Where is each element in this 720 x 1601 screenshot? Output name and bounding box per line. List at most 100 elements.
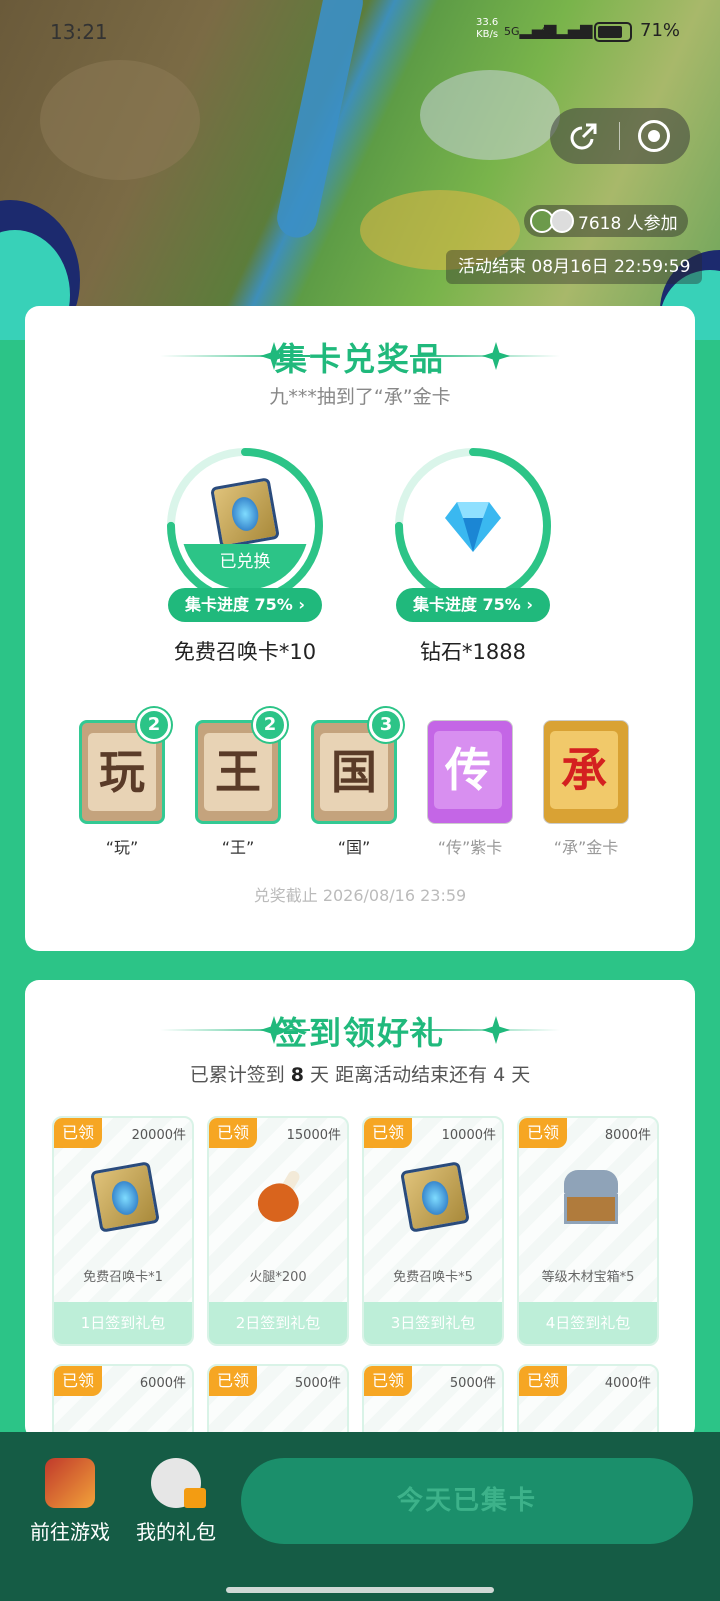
winner-broadcast: 九***抽到了“承”金卡 — [269, 386, 451, 408]
gift-stock: 6000件 — [139, 1376, 186, 1391]
claimed-tag: 已领 — [364, 1366, 412, 1396]
word-card-char: 国 — [320, 733, 388, 811]
summon-card-icon — [210, 477, 280, 549]
word-card-char: 传 — [434, 731, 502, 809]
participants-count: 7618 人参加 — [578, 213, 678, 234]
claimed-tag: 已领 — [519, 1366, 567, 1396]
summon-card-icon — [90, 1161, 160, 1233]
word-card-char: 王 — [204, 733, 272, 811]
signin-gift-day1[interactable]: 已领 20000件 免费召唤卡*1 1日签到礼包 — [52, 1116, 194, 1346]
collect-today-button[interactable]: 今天已集卡 — [241, 1458, 693, 1544]
claimed-tag: 已领 — [209, 1118, 257, 1148]
network-speed-value: 33.6 — [476, 17, 499, 28]
hero-art-plaza — [420, 70, 560, 160]
claimed-tag: 已领 — [364, 1118, 412, 1148]
signin-gift-day7[interactable]: 已领 5000件 — [362, 1364, 504, 1440]
title-decoration-right — [370, 336, 560, 376]
close-record-icon[interactable] — [638, 120, 670, 152]
summon-card-icon — [400, 1161, 470, 1233]
gift-stock: 10000件 — [441, 1128, 496, 1143]
signal-5g-label: 5G — [504, 25, 520, 38]
word-card-face: 承 — [543, 720, 629, 824]
share-icon[interactable] — [568, 120, 600, 152]
gift-day-label: 2日签到礼包 — [209, 1302, 347, 1344]
chevron-right-icon: › — [298, 595, 306, 614]
ham-icon — [250, 1166, 310, 1230]
hero-banner: 13:21 33.6 KB/s 5G▂▄▆ 4G▂▄▆ 71% 7618 人参加… — [0, 0, 720, 340]
gift-day-label: 3日签到礼包 — [364, 1302, 502, 1344]
sparkle-icon — [482, 342, 510, 370]
word-card-label: “王” — [221, 838, 255, 857]
gift-name: 火腿*200 — [249, 1270, 307, 1285]
gift-box-icon — [184, 1488, 206, 1508]
signin-gift-day3[interactable]: 已领 10000件 免费召唤卡*5 3日签到礼包 — [362, 1116, 504, 1346]
home-indicator[interactable] — [226, 1587, 494, 1593]
signin-summary: 已累计签到 8 天 距离活动结束还有 4 天 — [25, 1060, 695, 1087]
signin-panel: 签到领好礼 已累计签到 8 天 距离活动结束还有 4 天 已领 20000件 免… — [25, 980, 695, 1440]
section-title: 签到领好礼 — [274, 1014, 445, 1052]
signin-summary-rest: 天 距离活动结束还有 4 天 — [304, 1064, 531, 1086]
gift-day-label: 1日签到礼包 — [54, 1302, 192, 1344]
collect-progress-button[interactable]: 集卡进度 75% › — [396, 588, 550, 622]
claimed-tag: 已领 — [54, 1366, 102, 1396]
signin-gift-day6[interactable]: 已领 5000件 — [207, 1364, 349, 1440]
signal-4g-icon: 4G▂▄▆ — [540, 20, 593, 39]
signin-gift-day4[interactable]: 已领 8000件 等级木材宝箱*5 4日签到礼包 — [517, 1116, 659, 1346]
gift-stock: 20000件 — [131, 1128, 186, 1143]
title-decoration-right — [370, 1010, 560, 1050]
gift-stock: 5000件 — [294, 1376, 341, 1391]
gift-stock: 8000件 — [604, 1128, 651, 1143]
word-card-label: “玩” — [105, 838, 139, 857]
prize-name: 免费召唤卡*10 — [173, 640, 317, 664]
go-to-game-label: 前往游戏 — [30, 1520, 110, 1544]
battery-icon — [594, 22, 632, 42]
word-card-label: “传”紫卡 — [437, 838, 503, 857]
signin-gift-day8[interactable]: 已领 4000件 — [517, 1364, 659, 1440]
gift-name: 等级木材宝箱*5 — [541, 1270, 635, 1285]
prize-diamonds[interactable]: 集卡进度 75% › 钻石*1888 — [393, 446, 553, 676]
sparkle-icon — [482, 1016, 510, 1044]
capsule-divider — [619, 122, 620, 150]
network-speed: 33.6 KB/s — [476, 17, 498, 41]
exchanged-status: 已兑换 — [181, 544, 309, 590]
prize-summon-cards[interactable]: 已兑换 集卡进度 75% › 免费召唤卡*10 — [165, 446, 325, 676]
gift-stock: 5000件 — [449, 1376, 496, 1391]
card-count-badge: 2 — [253, 708, 287, 742]
gift-stock: 4000件 — [604, 1376, 651, 1391]
hero-art — [40, 60, 200, 180]
collect-cards-panel: 集卡兑奖品 九***抽到了“承”金卡 已兑换 集卡进度 75% › 免费召唤卡*… — [25, 306, 695, 951]
claimed-tag: 已领 — [209, 1366, 257, 1396]
battery-percent: 71% — [640, 20, 681, 41]
word-cards-row: 玩 2 “玩” 王 2 “王” 国 3 “国” 传 “传”紫卡 承 “承”金卡 — [77, 708, 657, 866]
prize-image — [409, 462, 537, 590]
signal-4g-label: 4G — [540, 25, 556, 38]
status-bar: 13:21 33.6 KB/s 5G▂▄▆ 4G▂▄▆ 71% — [0, 0, 720, 60]
treasure-chest-icon — [560, 1166, 620, 1230]
game-app-icon — [45, 1458, 95, 1508]
collect-progress-button[interactable]: 集卡进度 75% › — [168, 588, 322, 622]
event-end-time: 活动结束 08月16日 22:59:59 — [446, 250, 703, 284]
avatar — [550, 209, 574, 233]
word-card-face: 传 — [427, 720, 513, 824]
word-card-char: 承 — [550, 731, 618, 809]
section-title-row: 签到领好礼 — [25, 1010, 695, 1052]
redeem-deadline: 兑奖截止 2026/08/16 23:59 — [253, 886, 467, 905]
my-gifts-label: 我的礼包 — [136, 1520, 216, 1544]
word-card-char: 玩 — [88, 733, 156, 811]
signin-gift-day2[interactable]: 已领 15000件 火腿*200 2日签到礼包 — [207, 1116, 349, 1346]
word-card-label: “承”金卡 — [553, 838, 619, 857]
section-title-row: 集卡兑奖品 — [25, 336, 695, 378]
claimed-tag: 已领 — [519, 1118, 567, 1148]
network-speed-unit: KB/s — [476, 29, 499, 40]
gift-name: 免费召唤卡*1 — [83, 1270, 163, 1285]
prize-name: 钻石*1888 — [420, 640, 526, 664]
status-time: 13:21 — [50, 20, 108, 44]
claimed-tag: 已领 — [54, 1118, 102, 1148]
word-card-label: “国” — [337, 838, 371, 857]
days-signed-count: 8 — [290, 1064, 305, 1086]
signin-summary-prefix: 已累计签到 — [189, 1064, 291, 1086]
bottom-action-bar: 前往游戏 我的礼包 今天已集卡 — [0, 1432, 720, 1601]
section-title: 集卡兑奖品 — [274, 340, 445, 378]
gift-day-label: 4日签到礼包 — [519, 1302, 657, 1344]
signin-gift-day5[interactable]: 已领 6000件 — [52, 1364, 194, 1440]
